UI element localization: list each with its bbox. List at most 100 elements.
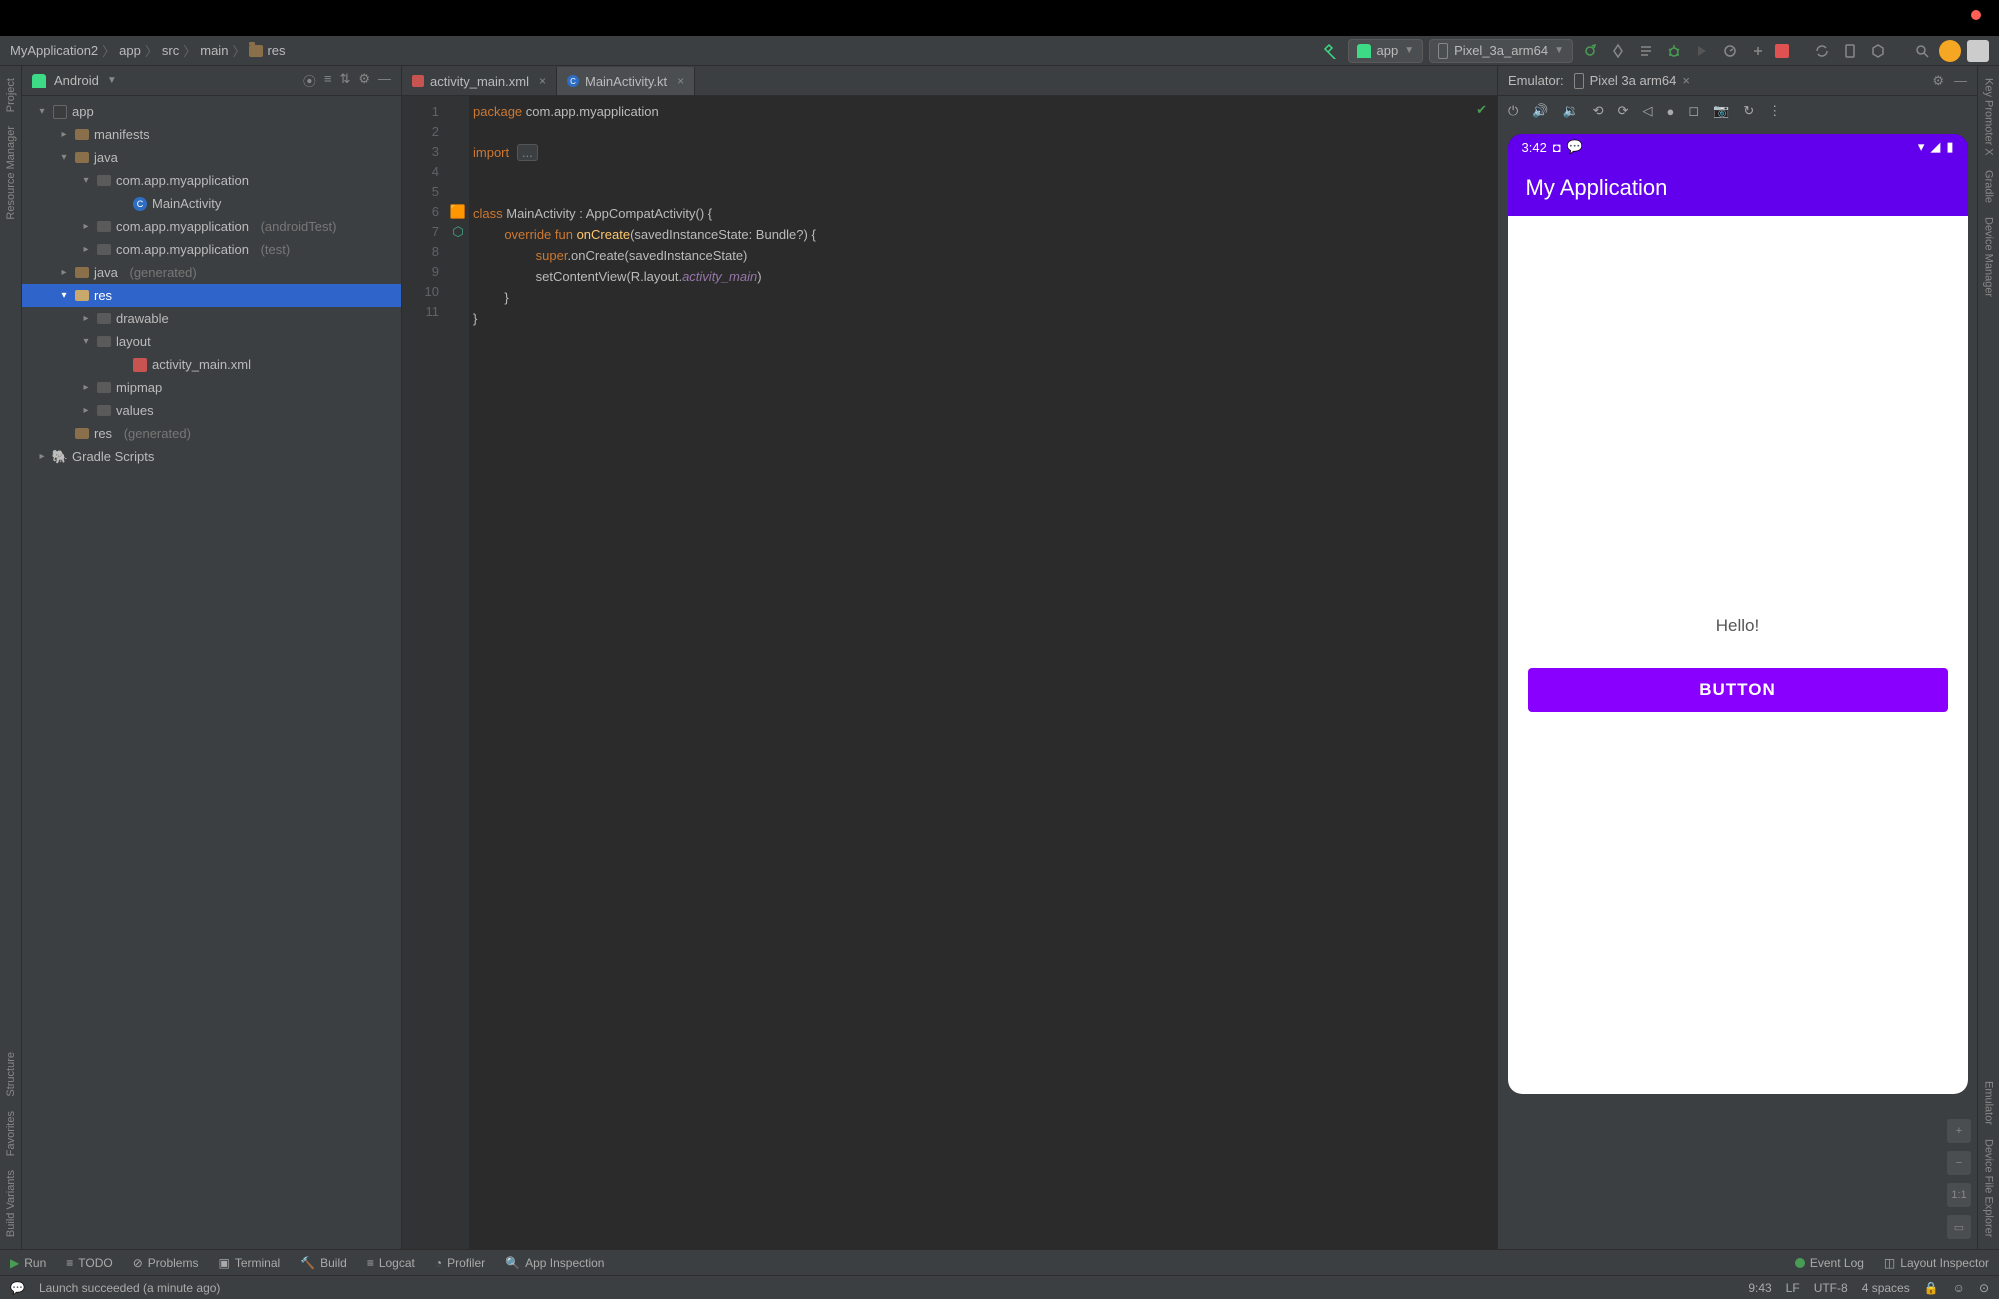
tree-node-gradle[interactable]: Gradle Scripts	[72, 449, 154, 464]
breadcrumb-item[interactable]: MyApplication2	[10, 43, 98, 58]
zoom-fit-icon[interactable]: ▭	[1947, 1215, 1971, 1239]
rail-key-promoter[interactable]: Key Promoter X	[1983, 74, 1995, 160]
device-selector[interactable]: Pixel_3a_arm64 ▼	[1429, 39, 1573, 63]
hide-icon[interactable]: —	[378, 71, 391, 90]
bottom-terminal[interactable]: ▣Terminal	[218, 1256, 280, 1270]
status-indent[interactable]: 4 spaces	[1862, 1281, 1910, 1295]
rail-project[interactable]: Project	[5, 74, 17, 116]
bottom-todo[interactable]: ≡TODO	[66, 1256, 112, 1270]
emulator-tab[interactable]: Pixel 3a arm64 ×	[1574, 73, 1690, 89]
rail-gradle[interactable]: Gradle	[1983, 166, 1995, 207]
tab-activity-main-xml[interactable]: activity_main.xml×	[402, 67, 557, 95]
close-icon[interactable]: ×	[1682, 73, 1690, 88]
snapshot-icon[interactable]: ↻	[1743, 103, 1754, 119]
face-icon[interactable]: ☺	[1953, 1281, 1965, 1295]
rail-device-explorer[interactable]: Device File Explorer	[1983, 1135, 1995, 1241]
zoom-11[interactable]: 1:1	[1947, 1183, 1971, 1207]
rail-resource-manager[interactable]: Resource Manager	[5, 122, 17, 224]
phone-frame[interactable]: 3:42 ◘ 💬 ▾ ◢ ▮ My Application Hello! BUT…	[1508, 134, 1968, 1094]
coverage-icon[interactable]	[1691, 40, 1713, 62]
tree-node-values[interactable]: values	[116, 403, 154, 418]
home-icon[interactable]: ●	[1666, 104, 1674, 119]
breadcrumb-item[interactable]: res	[267, 43, 285, 58]
tree-node-package-test[interactable]: com.app.myapplication	[116, 242, 249, 257]
bottom-layout-inspector[interactable]: ◫Layout Inspector	[1884, 1256, 1989, 1270]
breadcrumb-item[interactable]: main	[200, 43, 228, 58]
bottom-problems[interactable]: ⊘Problems	[133, 1256, 199, 1270]
tree-node-java-gen[interactable]: java	[94, 265, 118, 280]
tree-node-manifests[interactable]: manifests	[94, 127, 150, 142]
debug-icon[interactable]	[1663, 40, 1685, 62]
avatar[interactable]	[1939, 40, 1961, 62]
run-config-selector[interactable]: app ▼	[1348, 39, 1424, 63]
tree-node-mainactivity[interactable]: MainActivity	[152, 196, 221, 211]
code-content[interactable]: package com.app.myapplication import ...…	[469, 96, 1497, 1249]
breadcrumb-item[interactable]: src	[162, 43, 179, 58]
app-button[interactable]: BUTTON	[1528, 668, 1948, 712]
hammer-icon[interactable]	[1320, 40, 1342, 62]
select-opened-icon[interactable]: ⦿	[303, 71, 316, 90]
rail-favorites[interactable]: Favorites	[5, 1107, 17, 1160]
tree-node-res-gen[interactable]: res	[94, 426, 112, 441]
back-icon[interactable]: ◁	[1642, 103, 1652, 119]
tree-node-app[interactable]: app	[72, 104, 94, 119]
inspection-ok-icon[interactable]: ✔	[1476, 102, 1487, 118]
volume-down-icon[interactable]: 🔉	[1562, 103, 1578, 119]
overview-icon[interactable]: ◻	[1688, 103, 1699, 119]
gear-icon[interactable]: ⚙	[358, 71, 370, 90]
attach-debugger-icon[interactable]	[1747, 40, 1769, 62]
rail-device-manager[interactable]: Device Manager	[1983, 213, 1995, 301]
rail-emulator[interactable]: Emulator	[1983, 1077, 1995, 1129]
status-encoding[interactable]: UTF-8	[1814, 1281, 1848, 1295]
rail-structure[interactable]: Structure	[5, 1048, 17, 1101]
status-notifications-icon[interactable]: 💬	[10, 1281, 25, 1295]
bottom-build[interactable]: 🔨Build	[300, 1256, 347, 1270]
tree-node-package[interactable]: com.app.myapplication	[116, 173, 249, 188]
gutter-run-icon[interactable]: 🟧	[447, 202, 469, 222]
tree-node-package-androidtest[interactable]: com.app.myapplication	[116, 219, 249, 234]
gutter-override-icon[interactable]: ⬡	[447, 222, 469, 242]
screenshot-icon[interactable]: 📷	[1713, 103, 1729, 119]
bottom-logcat[interactable]: ≡Logcat	[367, 1256, 415, 1270]
stop-icon[interactable]	[1775, 44, 1789, 58]
zoom-in-icon[interactable]: +	[1947, 1119, 1971, 1143]
power-icon[interactable]: ⏻	[1508, 103, 1518, 119]
code-editor[interactable]: 1234567891011 🟧 ⬡ package com.app.myappl…	[402, 96, 1497, 1249]
project-tree[interactable]: ▾app ▸manifests ▾java ▾com.app.myapplica…	[22, 96, 401, 1249]
tree-node-res[interactable]: res	[94, 288, 112, 303]
breadcrumb-item[interactable]: app	[119, 43, 141, 58]
search-icon[interactable]	[1911, 40, 1933, 62]
memory-icon[interactable]: ⊙	[1979, 1281, 1989, 1295]
more-icon[interactable]: ⋮	[1768, 103, 1781, 119]
rail-build-variants[interactable]: Build Variants	[5, 1166, 17, 1241]
apply-code-icon[interactable]	[1635, 40, 1657, 62]
rotate-left-icon[interactable]: ⟲	[1593, 103, 1604, 119]
close-icon[interactable]: ×	[539, 74, 546, 88]
bottom-profiler[interactable]: ◔Profiler	[435, 1256, 485, 1270]
tree-node-java[interactable]: java	[94, 150, 118, 165]
gear-icon[interactable]: ⚙	[1932, 73, 1944, 89]
tree-node-drawable[interactable]: drawable	[116, 311, 169, 326]
collapse-icon[interactable]: ⇅	[339, 71, 350, 90]
apply-changes-icon[interactable]	[1607, 40, 1629, 62]
volume-up-icon[interactable]: 🔊	[1532, 103, 1548, 119]
avd-icon[interactable]	[1839, 40, 1861, 62]
tree-node-activity-main-xml[interactable]: activity_main.xml	[152, 357, 251, 372]
run-icon[interactable]	[1579, 40, 1601, 62]
lock-icon[interactable]: 🔒	[1924, 1281, 1939, 1295]
status-line-sep[interactable]: LF	[1786, 1281, 1800, 1295]
sdk-icon[interactable]	[1867, 40, 1889, 62]
account-icon[interactable]	[1967, 40, 1989, 62]
window-close-dot[interactable]	[1971, 10, 1981, 20]
bottom-run[interactable]: ▶Run	[10, 1256, 46, 1270]
rotate-right-icon[interactable]: ⟳	[1618, 103, 1629, 119]
bottom-app-inspection[interactable]: 🔍App Inspection	[505, 1256, 604, 1270]
hide-icon[interactable]: —	[1954, 73, 1967, 89]
tab-mainactivity-kt[interactable]: CMainActivity.kt×	[557, 67, 695, 95]
bottom-event-log[interactable]: Event Log	[1795, 1256, 1864, 1270]
app-screen[interactable]: Hello! BUTTON	[1508, 216, 1968, 1094]
tree-node-mipmap[interactable]: mipmap	[116, 380, 162, 395]
sync-icon[interactable]	[1811, 40, 1833, 62]
close-icon[interactable]: ×	[677, 74, 684, 88]
tree-node-layout[interactable]: layout	[116, 334, 151, 349]
